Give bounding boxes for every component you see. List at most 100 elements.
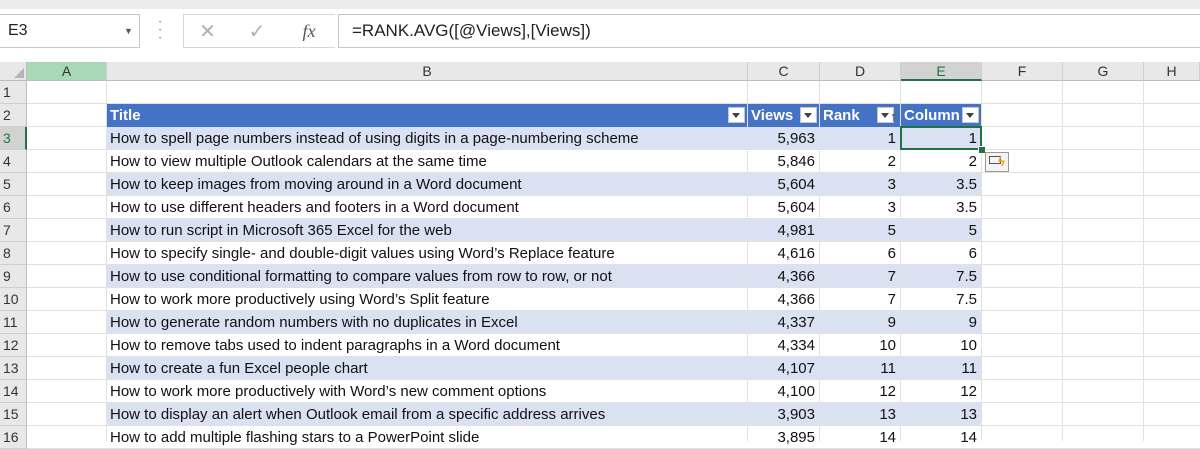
column-header-b[interactable]: B — [107, 62, 748, 81]
formula-text[interactable]: =RANK.AVG([@Views],[Views]) — [352, 21, 591, 41]
table-cell-title[interactable]: How to specify single- and double-digit … — [107, 242, 747, 264]
name-box[interactable]: E3 ▼ — [0, 14, 140, 48]
table-cell-column[interactable]: 11 — [901, 357, 981, 379]
table-header-title[interactable]: Title — [107, 104, 747, 127]
row-header-3[interactable]: 3 — [0, 127, 27, 150]
quick-analysis-icon[interactable]: ϟ — [985, 152, 1009, 172]
enter-icon[interactable]: ✓ — [231, 14, 283, 48]
table-cell-column[interactable]: 10 — [901, 334, 981, 356]
table-cell-column[interactable]: 13 — [901, 403, 981, 425]
table-cell-title[interactable]: How to spell page numbers instead of usi… — [107, 127, 747, 149]
drag-handle-icon[interactable]: · · · — [156, 14, 164, 46]
table-cell-views[interactable]: 4,366 — [748, 288, 819, 310]
insert-function-icon[interactable]: fx — [283, 14, 335, 48]
select-all-corner[interactable] — [0, 62, 27, 81]
table-cell-views[interactable]: 4,107 — [748, 357, 819, 379]
table-cell-rank[interactable]: 6 — [820, 242, 900, 264]
table-cell-rank[interactable]: 1 — [820, 127, 900, 149]
table-cell-column[interactable]: 3.5 — [901, 196, 981, 218]
row-header-4[interactable]: 4 — [0, 150, 27, 173]
table-cell-views[interactable]: 4,366 — [748, 265, 819, 287]
name-box-value[interactable]: E3 — [8, 22, 28, 40]
row-header-8[interactable]: 8 — [0, 242, 27, 265]
row-header-16[interactable]: 16 — [0, 426, 27, 449]
table-cell-rank[interactable]: 2 — [820, 150, 900, 172]
filter-dropdown-icon[interactable] — [962, 107, 979, 123]
table-cell-title[interactable]: How to work more productively with Word’… — [107, 380, 747, 402]
table-cell-title[interactable]: How to remove tabs used to indent paragr… — [107, 334, 747, 356]
row-header-7[interactable]: 7 — [0, 219, 27, 242]
column-header-e[interactable]: E — [901, 62, 982, 81]
table-cell-rank[interactable]: 14 — [820, 426, 900, 448]
formula-input[interactable]: =RANK.AVG([@Views],[Views]) — [338, 14, 1200, 48]
table-cell-title[interactable]: How to run script in Microsoft 365 Excel… — [107, 219, 747, 241]
table-cell-views[interactable]: 4,100 — [748, 380, 819, 402]
row-header-15[interactable]: 15 — [0, 403, 27, 426]
table-cell-column[interactable]: 12 — [901, 380, 981, 402]
table-cell-rank[interactable]: 11 — [820, 357, 900, 379]
row-header-13[interactable]: 13 — [0, 357, 27, 380]
column-header-a[interactable]: A — [27, 62, 107, 81]
row-header-9[interactable]: 9 — [0, 265, 27, 288]
table-cell-title[interactable]: How to work more productively using Word… — [107, 288, 747, 310]
row-header-12[interactable]: 12 — [0, 334, 27, 357]
table-cell-column[interactable]: 7.5 — [901, 265, 981, 287]
chevron-down-icon[interactable]: ▼ — [124, 26, 133, 36]
table-cell-views[interactable]: 5,604 — [748, 196, 819, 218]
row-header-2[interactable]: 2 — [0, 104, 27, 127]
row-header-11[interactable]: 11 — [0, 311, 27, 334]
table-cell-rank[interactable]: 10 — [820, 334, 900, 356]
table-cell-title[interactable]: How to view multiple Outlook calendars a… — [107, 150, 747, 172]
table-cell-title[interactable]: How to use different headers and footers… — [107, 196, 747, 218]
column-header-h[interactable]: H — [1144, 62, 1200, 81]
table-cell-views[interactable]: 4,334 — [748, 334, 819, 356]
table-cell-column[interactable]: 7.5 — [901, 288, 981, 310]
table-header-label: Views — [751, 107, 794, 124]
table-cell-views[interactable]: 4,337 — [748, 311, 819, 333]
table-cell-column[interactable]: 3.5 — [901, 173, 981, 195]
table-cell-views[interactable]: 4,616 — [748, 242, 819, 264]
table-cell-rank[interactable]: 12 — [820, 380, 900, 402]
table-cell-rank[interactable]: 9 — [820, 311, 900, 333]
row-header-1[interactable]: 1 — [0, 81, 27, 104]
table-cell-column[interactable]: 6 — [901, 242, 981, 264]
cancel-icon[interactable]: ✕ — [183, 14, 231, 48]
table-cell-rank[interactable]: 3 — [820, 173, 900, 195]
filter-dropdown-icon[interactable] — [800, 107, 817, 123]
table-header-views[interactable]: Views — [748, 104, 819, 127]
table-cell-title[interactable]: How to display an alert when Outlook ema… — [107, 403, 747, 425]
table-cell-views[interactable]: 5,846 — [748, 150, 819, 172]
table-cell-rank[interactable]: 3 — [820, 196, 900, 218]
table-cell-views[interactable]: 4,981 — [748, 219, 819, 241]
table-cell-views[interactable]: 5,604 — [748, 173, 819, 195]
table-cell-column[interactable]: 9 — [901, 311, 981, 333]
table-cell-rank[interactable]: 7 — [820, 265, 900, 287]
row-header-14[interactable]: 14 — [0, 380, 27, 403]
active-cell-border — [900, 126, 982, 150]
select-all-icon[interactable] — [14, 68, 24, 78]
column-header-c[interactable]: C — [748, 62, 820, 81]
table-cell-title[interactable]: How to use conditional formatting to com… — [107, 265, 747, 287]
column-header-f[interactable]: F — [982, 62, 1063, 81]
row-header-5[interactable]: 5 — [0, 173, 27, 196]
table-cell-views[interactable]: 5,963 — [748, 127, 819, 149]
table-cell-views[interactable]: 3,903 — [748, 403, 819, 425]
table-cell-rank[interactable]: 13 — [820, 403, 900, 425]
filter-dropdown-icon[interactable] — [728, 107, 745, 123]
column-header-g[interactable]: G — [1063, 62, 1144, 81]
row-header-10[interactable]: 10 — [0, 288, 27, 311]
table-cell-title[interactable]: How to create a fun Excel people chart — [107, 357, 747, 379]
table-cell-rank[interactable]: 7 — [820, 288, 900, 310]
row-header-6[interactable]: 6 — [0, 196, 27, 219]
column-header-d[interactable]: D — [820, 62, 901, 81]
table-cell-title[interactable]: How to generate random numbers with no d… — [107, 311, 747, 333]
table-cell-column[interactable]: 5 — [901, 219, 981, 241]
table-header-rank[interactable]: Rank ↑ — [820, 104, 900, 127]
table-cell-title[interactable]: How to keep images from moving around in… — [107, 173, 747, 195]
table-cell-rank[interactable]: 5 — [820, 219, 900, 241]
table-cell-title[interactable]: How to add multiple flashing stars to a … — [107, 426, 747, 448]
table-header-column[interactable]: Column — [901, 104, 981, 127]
table-cell-views[interactable]: 3,895 — [748, 426, 819, 448]
table-cell-column[interactable]: 14 — [901, 426, 981, 448]
table-cell-column[interactable]: 2 — [901, 150, 981, 172]
